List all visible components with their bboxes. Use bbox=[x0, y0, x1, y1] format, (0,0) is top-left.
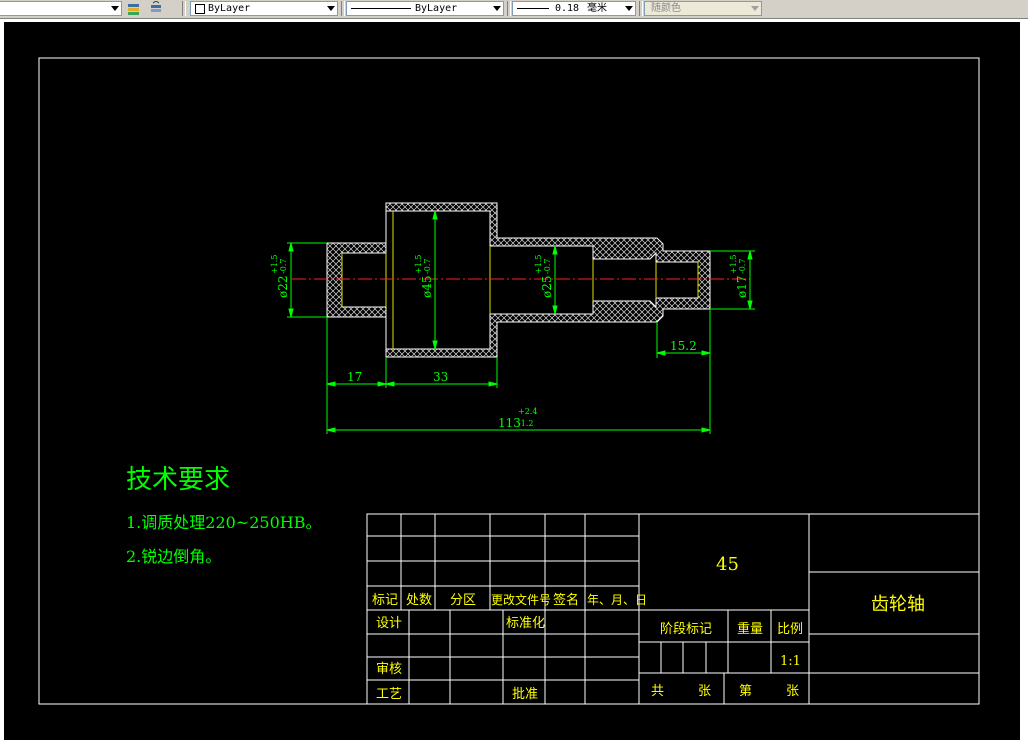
dim-dia-mid1: ø45 bbox=[420, 276, 434, 299]
tb-part-name: 齿轮轴 bbox=[871, 594, 925, 615]
chevron-down-icon bbox=[493, 6, 501, 11]
chevron-down-icon bbox=[751, 6, 759, 11]
plotstyle-label: 随颜色 bbox=[651, 3, 681, 14]
dim-dia-right-sup: +1.5 bbox=[729, 255, 738, 274]
dim-len-113-inf: -1.2 bbox=[518, 419, 533, 428]
toolbar-separator bbox=[182, 1, 186, 16]
tb-process: 工艺 bbox=[376, 687, 402, 702]
tb-nth: 第 bbox=[739, 684, 752, 699]
tb-standardization: 标准化 bbox=[506, 616, 545, 631]
lineweight-dropdown[interactable]: 0.18 毫米 bbox=[512, 1, 636, 16]
lineweight-unit: 毫米 bbox=[587, 3, 607, 14]
layer-previous-icon[interactable] bbox=[148, 0, 164, 16]
dim-dia-left-inf: -0.7 bbox=[279, 259, 288, 274]
tech-requirement-1: 1.调质处理220~250HB。 bbox=[126, 513, 321, 532]
linetype-preview-line bbox=[351, 8, 411, 9]
tb-h-mark: 标记 bbox=[372, 593, 398, 608]
tb-material: 45 bbox=[716, 554, 739, 575]
linetype-label: ByLayer bbox=[415, 3, 458, 14]
dim-dia-mid2-sup: +1.5 bbox=[534, 255, 543, 274]
dim-len-113-sup: +2.4 bbox=[518, 407, 537, 416]
dim-dia-left: ø22 bbox=[276, 276, 290, 299]
tb-weight: 重量 bbox=[737, 621, 763, 637]
lineweight-preview-line bbox=[517, 8, 549, 9]
tb-review: 审核 bbox=[376, 662, 402, 677]
tb-h-date: 年、月、日 bbox=[587, 593, 647, 607]
tb-h-sign: 签名 bbox=[553, 592, 579, 608]
tb-stage-mark: 阶段标记 bbox=[660, 622, 712, 637]
tb-total: 共 bbox=[651, 684, 664, 699]
dim-dia-right-inf: -0.7 bbox=[738, 259, 747, 274]
toolbar-separator bbox=[341, 1, 345, 16]
toolbar-separator bbox=[639, 1, 643, 16]
dim-dia-mid1-sup: +1.5 bbox=[414, 255, 423, 274]
dim-len-15-2: 15.2 bbox=[670, 339, 697, 353]
tb-h-zone: 分区 bbox=[450, 593, 476, 608]
tb-h-doc: 更改文件号 bbox=[491, 592, 551, 607]
tech-requirements-title: 技术要求 bbox=[126, 465, 230, 495]
dim-dia-mid1-inf: -0.7 bbox=[423, 259, 432, 274]
lineweight-value: 0.18 bbox=[555, 3, 580, 14]
tech-requirement-2: 2.锐边倒角。 bbox=[126, 547, 221, 566]
dim-dia-right: ø17 bbox=[735, 276, 749, 299]
dim-len-17: 17 bbox=[347, 370, 362, 384]
dim-len-33: 33 bbox=[433, 370, 448, 384]
plotstyle-dropdown: 随颜色 bbox=[644, 1, 762, 16]
toolbar-separator bbox=[507, 1, 511, 16]
properties-toolbar: ByLayer ByLayer 0.18 毫米 随颜色 bbox=[0, 0, 1028, 19]
tb-scale-value: 1:1 bbox=[780, 654, 801, 669]
color-dropdown[interactable]: ByLayer bbox=[190, 1, 338, 16]
shaft-section bbox=[292, 202, 750, 358]
dim-dia-left-sup: +1.5 bbox=[270, 255, 279, 274]
tb-h-count: 处数 bbox=[406, 593, 432, 608]
tb-approve: 批准 bbox=[512, 687, 538, 702]
color-label: ByLayer bbox=[208, 3, 251, 14]
tb-sheet2: 张 bbox=[786, 684, 799, 699]
chevron-down-icon bbox=[327, 6, 335, 11]
chevron-down-icon bbox=[625, 6, 633, 11]
linetype-dropdown[interactable]: ByLayer bbox=[346, 1, 504, 16]
drawing-frame bbox=[38, 57, 980, 705]
tb-scale-label: 比例 bbox=[777, 622, 803, 637]
dim-dia-mid2-inf: -0.7 bbox=[543, 259, 552, 274]
drawing-svg: ø22 +1.5 -0.7 ø45 +1.5 -0.7 ø25 +1.5 -0.… bbox=[38, 57, 980, 705]
tb-sheet1: 张 bbox=[698, 684, 711, 699]
dim-dia-mid2: ø25 bbox=[540, 276, 554, 299]
layer-states-icon[interactable] bbox=[126, 1, 142, 16]
layer-dropdown[interactable] bbox=[0, 1, 122, 16]
tb-design: 设计 bbox=[376, 616, 402, 631]
chevron-down-icon bbox=[111, 6, 119, 11]
drawing-canvas[interactable]: ø22 +1.5 -0.7 ø45 +1.5 -0.7 ø25 +1.5 -0.… bbox=[4, 22, 1020, 740]
tech-requirements: 技术要求 1.调质处理220~250HB。 2.锐边倒角。 bbox=[126, 465, 321, 566]
color-swatch-icon bbox=[195, 4, 205, 14]
